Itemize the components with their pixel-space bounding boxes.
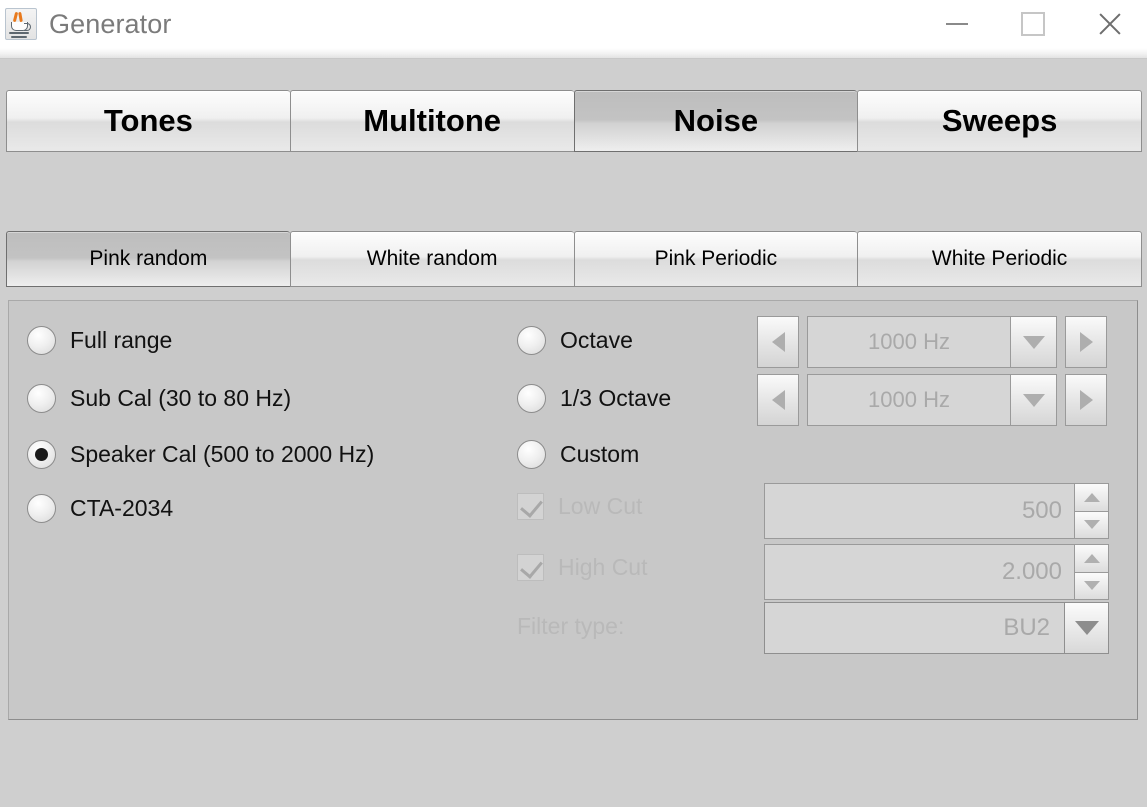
subtab-white-periodic[interactable]: White Periodic	[857, 231, 1142, 287]
window-title: Generator	[49, 9, 171, 40]
octave-frequency-selector[interactable]: 1000 Hz	[757, 316, 1107, 368]
high-cut-value: 2.000	[1002, 558, 1062, 586]
maximize-button[interactable]	[995, 0, 1071, 48]
radio-indicator	[517, 384, 546, 413]
radio-label: 1/3 Octave	[560, 385, 671, 412]
chevron-down-icon	[1023, 336, 1045, 349]
checkbox-low-cut[interactable]: Low Cut	[517, 493, 642, 520]
radio-speaker-cal[interactable]: Speaker Cal (500 to 2000 Hz)	[27, 440, 374, 469]
check-icon	[520, 494, 543, 518]
maximize-icon	[1021, 12, 1045, 36]
checkbox-indicator	[517, 554, 544, 581]
high-cut-decrement-button[interactable]	[1075, 573, 1109, 601]
checkbox-indicator	[517, 493, 544, 520]
tab-tones[interactable]: Tones	[6, 90, 290, 152]
tab-label: Noise	[674, 103, 758, 139]
octave-frequency-field[interactable]: 1000 Hz	[807, 316, 1011, 368]
arrow-right-icon	[1080, 332, 1093, 352]
octave-frequency-prev-button[interactable]	[757, 316, 799, 368]
radio-custom[interactable]: Custom	[517, 440, 639, 469]
third-octave-frequency-value: 1000 Hz	[868, 387, 950, 413]
tab-label: Tones	[104, 103, 193, 139]
minimize-button[interactable]	[919, 0, 995, 48]
checkbox-label: Low Cut	[558, 493, 642, 520]
subtab-label: Pink random	[89, 247, 207, 271]
noise-sub-tab-bar: Pink random White random Pink Periodic W…	[6, 231, 1142, 287]
checkbox-label: High Cut	[558, 554, 647, 581]
window-titlebar: Generator	[0, 0, 1147, 48]
low-cut-spinner[interactable]: 500	[764, 483, 1109, 539]
radio-label: Speaker Cal (500 to 2000 Hz)	[70, 441, 374, 468]
main-tab-bar: Tones Multitone Noise Sweeps	[6, 90, 1142, 152]
tab-multitone[interactable]: Multitone	[290, 90, 574, 152]
arrow-down-icon	[1084, 520, 1100, 529]
high-cut-stepper[interactable]	[1075, 544, 1109, 600]
low-cut-value-field[interactable]: 500	[764, 483, 1075, 539]
filter-type-dropdown-button[interactable]	[1065, 602, 1109, 654]
radio-indicator	[27, 440, 56, 469]
high-cut-value-field[interactable]: 2.000	[764, 544, 1075, 600]
chevron-down-icon	[1023, 394, 1045, 407]
radio-octave[interactable]: Octave	[517, 326, 633, 355]
close-icon	[1096, 11, 1122, 37]
low-cut-decrement-button[interactable]	[1075, 512, 1109, 540]
third-octave-frequency-field[interactable]: 1000 Hz	[807, 374, 1011, 426]
filter-type-field[interactable]: BU2	[764, 602, 1065, 654]
filter-type-label: Filter type:	[517, 613, 624, 640]
arrow-left-icon	[772, 390, 785, 410]
low-cut-value: 500	[1022, 497, 1062, 525]
low-cut-stepper[interactable]	[1075, 483, 1109, 539]
filter-type-value: BU2	[1003, 614, 1050, 642]
third-octave-frequency-selector[interactable]: 1000 Hz	[757, 374, 1107, 426]
radio-full-range[interactable]: Full range	[27, 326, 172, 355]
radio-indicator	[517, 326, 546, 355]
window-controls	[919, 0, 1147, 48]
arrow-down-icon	[1084, 581, 1100, 590]
arrow-left-icon	[772, 332, 785, 352]
arrow-right-icon	[1080, 390, 1093, 410]
radio-third-octave[interactable]: 1/3 Octave	[517, 384, 671, 413]
third-octave-frequency-next-button[interactable]	[1065, 374, 1107, 426]
high-cut-increment-button[interactable]	[1075, 544, 1109, 573]
radio-label: Sub Cal (30 to 80 Hz)	[70, 385, 291, 412]
radio-sub-cal[interactable]: Sub Cal (30 to 80 Hz)	[27, 384, 291, 413]
radio-label: Custom	[560, 441, 639, 468]
subtab-label: White Periodic	[932, 247, 1067, 271]
third-octave-frequency-prev-button[interactable]	[757, 374, 799, 426]
check-icon	[520, 555, 543, 579]
minimize-icon	[946, 23, 968, 25]
radio-cta-2034[interactable]: CTA-2034	[27, 494, 173, 523]
tab-label: Multitone	[363, 103, 501, 139]
radio-indicator	[27, 326, 56, 355]
third-octave-frequency-dropdown-button[interactable]	[1011, 374, 1057, 426]
high-cut-spinner[interactable]: 2.000	[764, 544, 1109, 600]
low-cut-increment-button[interactable]	[1075, 483, 1109, 512]
radio-label: CTA-2034	[70, 495, 173, 522]
radio-indicator	[27, 384, 56, 413]
subtab-pink-random[interactable]: Pink random	[6, 231, 290, 287]
tab-label: Sweeps	[942, 103, 1057, 139]
checkbox-high-cut[interactable]: High Cut	[517, 554, 647, 581]
titlebar-separator	[0, 48, 1147, 59]
radio-indicator	[27, 494, 56, 523]
subtab-label: Pink Periodic	[655, 247, 778, 271]
chevron-down-icon	[1075, 621, 1099, 635]
arrow-up-icon	[1084, 554, 1100, 563]
octave-frequency-dropdown-button[interactable]	[1011, 316, 1057, 368]
radio-indicator	[517, 440, 546, 469]
octave-frequency-value: 1000 Hz	[868, 329, 950, 355]
tab-sweeps[interactable]: Sweeps	[857, 90, 1142, 152]
close-button[interactable]	[1071, 0, 1147, 48]
subtab-white-random[interactable]: White random	[290, 231, 574, 287]
arrow-up-icon	[1084, 493, 1100, 502]
subtab-pink-periodic[interactable]: Pink Periodic	[574, 231, 858, 287]
tab-noise[interactable]: Noise	[574, 90, 858, 152]
subtab-label: White random	[367, 247, 498, 271]
radio-label: Octave	[560, 327, 633, 354]
radio-label: Full range	[70, 327, 172, 354]
java-coffee-cup-icon	[5, 8, 37, 40]
octave-frequency-next-button[interactable]	[1065, 316, 1107, 368]
noise-settings-panel: Full range Sub Cal (30 to 80 Hz) Speaker…	[8, 300, 1138, 720]
filter-type-combo[interactable]: BU2	[764, 602, 1109, 654]
